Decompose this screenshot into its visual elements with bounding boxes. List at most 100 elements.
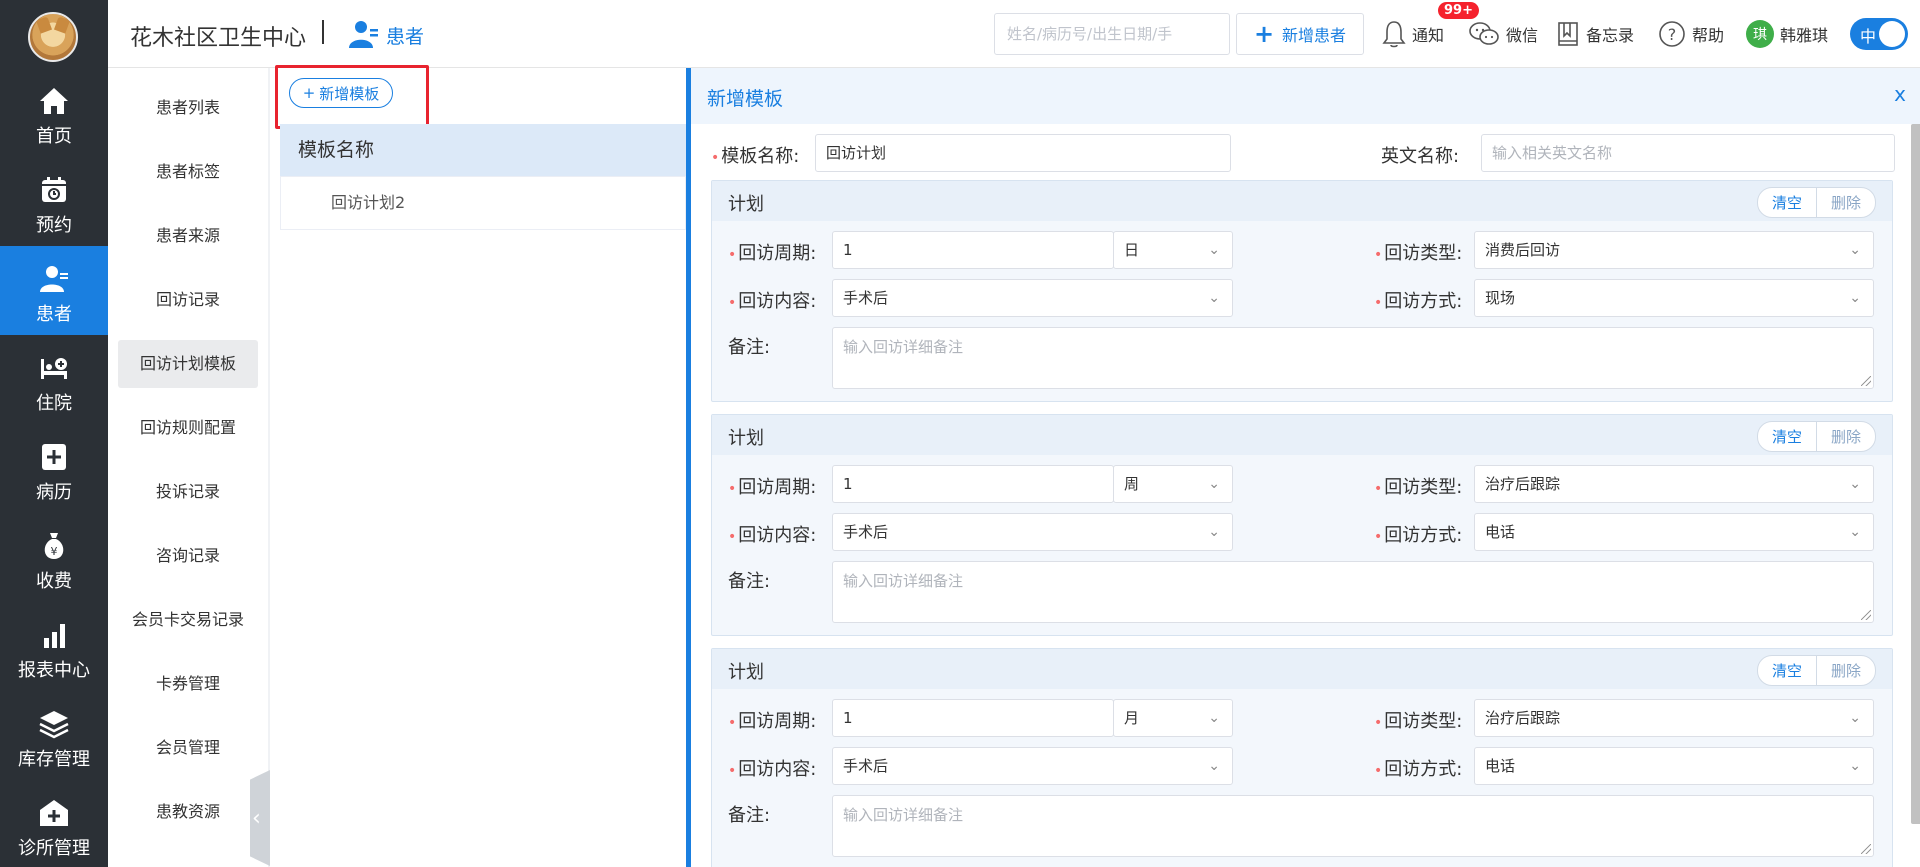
submenu-item-card-transactions[interactable]: 会员卡交易记录	[118, 596, 258, 644]
remark-textarea[interactable]: 输入回访详细备注	[832, 561, 1874, 623]
chevron-down-icon: ⌄	[1849, 758, 1861, 774]
type-label: 回访类型:	[1374, 473, 1462, 499]
method-value: 电话	[1485, 757, 1516, 775]
plan-header: 计划 清空 删除	[712, 181, 1892, 221]
memo-button[interactable]: 备忘录	[1556, 18, 1634, 50]
nav-item-billing[interactable]: ¥ 收费	[0, 513, 108, 602]
submenu-item-coupons[interactable]: 卡券管理	[118, 660, 258, 708]
method-select[interactable]: 现场 ⌄	[1474, 279, 1874, 317]
resize-handle[interactable]	[1861, 610, 1871, 620]
template-name-label: 模板名称:	[711, 142, 799, 168]
submenu-item-followup-rules[interactable]: 回访规则配置	[118, 404, 258, 452]
submenu-item-followup-templates[interactable]: 回访计划模板	[118, 340, 258, 388]
delete-button[interactable]: 删除	[1815, 656, 1875, 685]
collapse-sidebar-tab[interactable]: ‹	[250, 770, 270, 866]
clear-button[interactable]: 清空	[1758, 188, 1816, 217]
user-avatar: 琪	[1746, 20, 1774, 48]
resize-handle[interactable]	[1861, 844, 1871, 854]
nav-label: 住院	[36, 393, 72, 414]
nav-item-inpatient[interactable]: 住院	[0, 335, 108, 424]
user-menu[interactable]: 琪 韩雅琪	[1746, 18, 1828, 50]
nav-item-reports[interactable]: 报表中心	[0, 602, 108, 691]
nav-label: 库存管理	[18, 749, 90, 770]
wechat-button[interactable]: 微信	[1468, 18, 1538, 50]
clear-button[interactable]: 清空	[1758, 656, 1816, 685]
cycle-input[interactable]: 1	[832, 699, 1114, 737]
toggle-knob	[1879, 21, 1905, 47]
submenu-item-complaints[interactable]: 投诉记录	[118, 468, 258, 516]
submenu-item-patient-tags[interactable]: 患者标签	[118, 148, 258, 196]
remark-label: 备注:	[728, 337, 771, 358]
module-title: 患者	[386, 26, 425, 48]
new-template-form: 新增模板 x 模板名称: 回访计划 英文名称: 输入相关英文名称 计划 清空 删…	[686, 68, 1920, 867]
method-select[interactable]: 电话 ⌄	[1474, 513, 1874, 551]
remark-label: 备注:	[728, 571, 771, 592]
notify-button[interactable]: 通知	[1382, 18, 1444, 50]
plan-header: 计划 清空 删除	[712, 415, 1892, 455]
clear-button[interactable]: 清空	[1758, 422, 1816, 451]
cycle-input[interactable]: 1	[832, 231, 1114, 269]
delete-button[interactable]: 删除	[1815, 422, 1875, 451]
plan-actions: 清空 删除	[1756, 187, 1876, 218]
submenu-item-patient-source[interactable]: 患者来源	[118, 212, 258, 260]
patient-search-input[interactable]	[994, 13, 1230, 55]
remark-textarea[interactable]: 输入回访详细备注	[832, 795, 1874, 857]
new-patient-button[interactable]: + 新增患者	[1236, 13, 1364, 55]
clinic-icon	[40, 800, 68, 826]
help-button[interactable]: ? 帮助	[1658, 18, 1724, 50]
add-template-button[interactable]: + 新增模板	[289, 78, 393, 108]
submenu-item-patient-list[interactable]: 患者列表	[118, 84, 258, 132]
cycle-unit-select[interactable]: 周 ⌄	[1113, 465, 1233, 503]
cycle-label: 回访周期:	[728, 707, 816, 733]
content-select[interactable]: 手术后 ⌄	[832, 747, 1233, 785]
help-label: 帮助	[1692, 26, 1725, 45]
remark-textarea[interactable]: 输入回访详细备注	[832, 327, 1874, 389]
org-name: 花木社区卫生中心	[130, 26, 307, 51]
nav-item-clinic[interactable]: 诊所管理	[0, 780, 108, 867]
method-select[interactable]: 电话 ⌄	[1474, 747, 1874, 785]
language-toggle[interactable]: 中	[1850, 18, 1908, 50]
nav-item-appointment[interactable]: 预约	[0, 157, 108, 246]
method-label: 回访方式:	[1374, 521, 1462, 547]
type-select[interactable]: 治疗后跟踪 ⌄	[1474, 699, 1874, 737]
template-row[interactable]: 回访计划2	[280, 176, 686, 230]
delete-button[interactable]: 删除	[1815, 188, 1875, 217]
resize-handle[interactable]	[1861, 376, 1871, 386]
patient-icon	[349, 21, 378, 48]
type-label: 回访类型:	[1374, 239, 1462, 265]
header-divider	[322, 20, 324, 44]
cycle-unit-select[interactable]: 日 ⌄	[1113, 231, 1233, 269]
submenu-item-education[interactable]: 患教资源	[118, 788, 258, 836]
nav-label: 患者	[36, 304, 72, 325]
chevron-down-icon: ⌄	[1208, 476, 1220, 492]
type-value: 治疗后跟踪	[1485, 709, 1561, 727]
plan-actions: 清空 删除	[1756, 421, 1876, 452]
plan-title: 计划	[728, 194, 764, 215]
english-name-input[interactable]: 输入相关英文名称	[1481, 134, 1895, 172]
submenu-item-members[interactable]: 会员管理	[118, 724, 258, 772]
nav-item-home[interactable]: 首页	[0, 68, 108, 157]
content-select[interactable]: 手术后 ⌄	[832, 513, 1233, 551]
nav-item-medical-record[interactable]: 病历	[0, 424, 108, 513]
nav-item-inventory[interactable]: 库存管理	[0, 691, 108, 780]
wechat-icon	[1469, 22, 1499, 45]
content-value: 手术后	[843, 289, 889, 307]
org-avatar[interactable]	[28, 12, 78, 62]
left-nav: 首页 预约 患者 住院 病历 ¥ 收费 报表中心 库存管理 诊所管理	[0, 0, 108, 867]
close-button[interactable]: x	[1894, 82, 1906, 106]
form-scrollbar[interactable]	[1911, 124, 1920, 824]
plan-actions: 清空 删除	[1756, 655, 1876, 686]
type-select[interactable]: 消费后回访 ⌄	[1474, 231, 1874, 269]
submenu-item-consultations[interactable]: 咨询记录	[118, 532, 258, 580]
cycle-input[interactable]: 1	[832, 465, 1114, 503]
submenu-item-followup-records[interactable]: 回访记录	[118, 276, 258, 324]
template-name-input[interactable]: 回访计划	[815, 134, 1231, 172]
help-icon: ?	[1659, 21, 1685, 47]
type-select[interactable]: 治疗后跟踪 ⌄	[1474, 465, 1874, 503]
new-patient-label: 新增患者	[1282, 26, 1347, 45]
cycle-unit-select[interactable]: 月 ⌄	[1113, 699, 1233, 737]
language-label: 中	[1860, 27, 1877, 46]
form-header: 新增模板 x	[691, 68, 1920, 124]
nav-item-patient[interactable]: 患者	[0, 246, 108, 335]
content-select[interactable]: 手术后 ⌄	[832, 279, 1233, 317]
